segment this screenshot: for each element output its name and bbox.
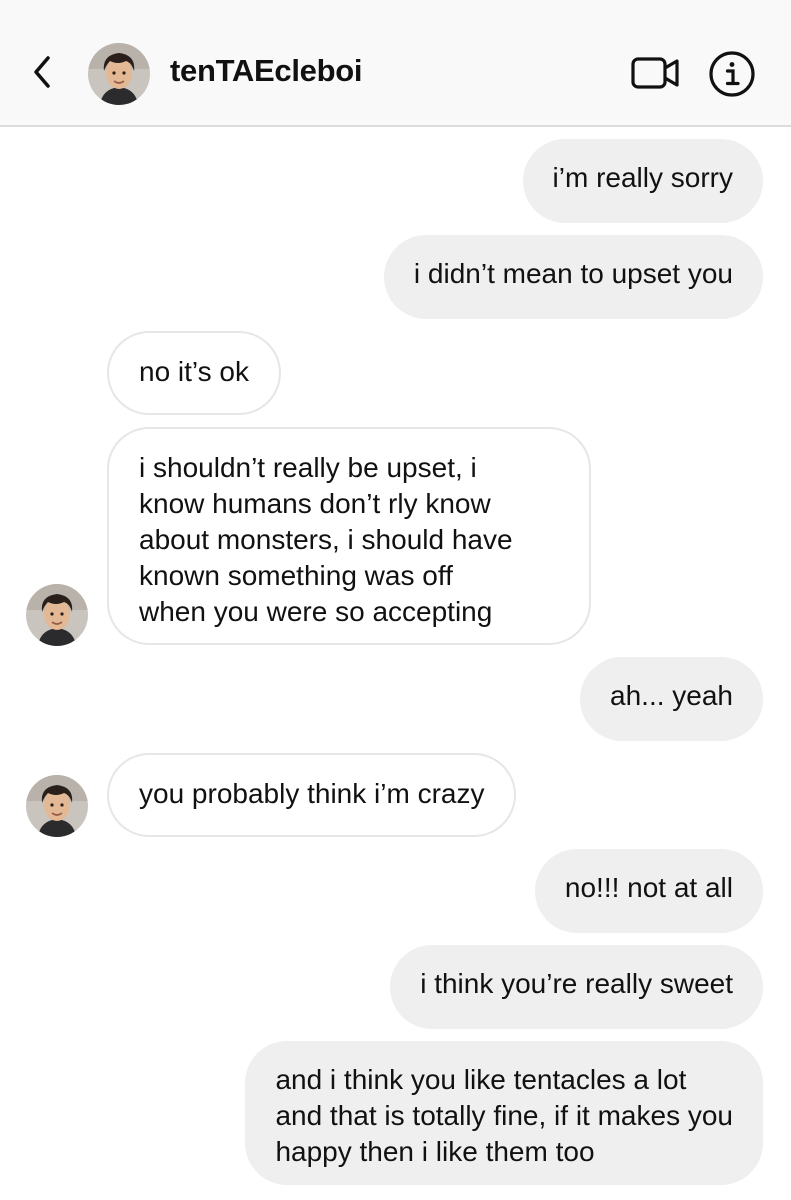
video-camera-icon [631,57,679,89]
video-call-button[interactable] [630,54,682,92]
info-button[interactable] [708,50,756,98]
chevron-left-icon [34,56,50,88]
message-bubble-sent[interactable]: ah... yeah [580,657,763,741]
avatar[interactable] [88,43,150,105]
message-bubble-sent[interactable]: no!!! not at all [534,849,763,933]
info-circle-icon [709,51,755,97]
chat-header: tenTAEcleboi [0,0,791,127]
chat-username[interactable]: tenTAEcleboi [170,53,362,89]
avatar[interactable] [26,584,88,646]
message-bubble-received[interactable]: no it’s ok [107,331,281,415]
message-bubble-sent[interactable]: i didn’t mean to upset you [383,235,763,319]
message-bubble-received[interactable]: you probably think i’m crazy [107,753,517,837]
message-bubble-sent[interactable]: i’m really sorry [522,139,763,223]
back-button[interactable] [24,50,60,94]
message-bubble-sent[interactable]: i think you’re really sweet [390,945,763,1029]
message-bubble-received[interactable]: i shouldn’t really be upset, i know huma… [107,427,591,645]
message-bubble-sent[interactable]: and i think you like tentacles a lot and… [245,1041,763,1185]
avatar[interactable] [26,775,88,837]
